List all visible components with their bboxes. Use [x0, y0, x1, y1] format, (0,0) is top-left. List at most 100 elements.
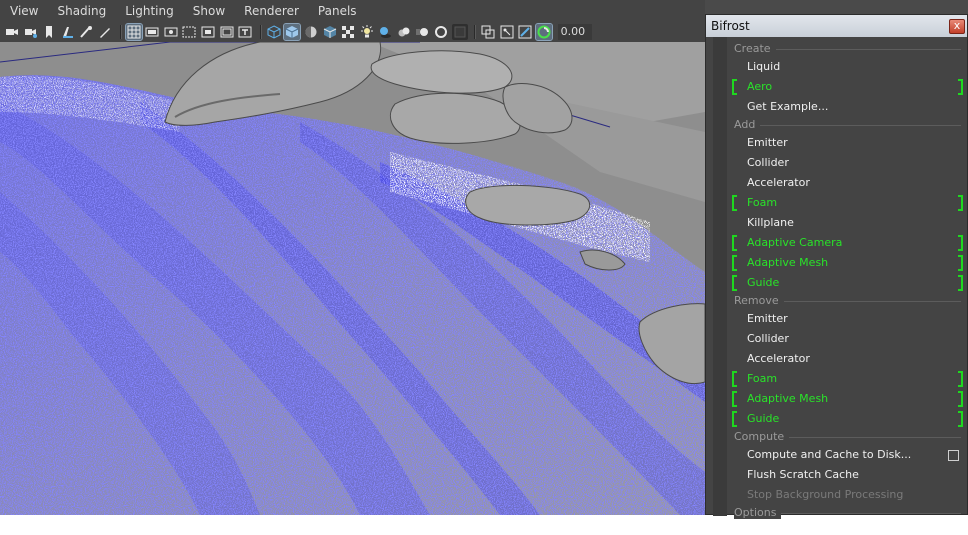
menu-lighting[interactable]: Lighting: [115, 0, 183, 22]
xray-icon[interactable]: [322, 24, 338, 40]
viewport-menubar: View Shading Lighting Show Renderer Pane…: [0, 0, 705, 22]
menu-item-compute-and-cache[interactable]: Compute and Cache to Disk...: [727, 445, 967, 465]
background-window-strip: [705, 0, 968, 14]
isolate-select-icon[interactable]: [480, 24, 496, 40]
menu-view[interactable]: View: [0, 0, 47, 22]
menu-item-add-emitter[interactable]: Emitter: [727, 133, 967, 153]
grid-icon[interactable]: [124, 23, 143, 41]
camera-icon[interactable]: [4, 24, 20, 40]
item-label: Accelerator: [747, 352, 810, 365]
exposure-field[interactable]: 0.00: [557, 24, 592, 40]
menu-item-add-killplane[interactable]: Killplane: [727, 213, 967, 233]
item-label: Collider: [747, 156, 789, 169]
menu-shading[interactable]: Shading: [47, 0, 115, 22]
item-label: Get Example...: [747, 100, 829, 113]
item-label: Liquid: [747, 60, 781, 73]
option-bracket-left: [732, 235, 737, 251]
camera-attributes-icon[interactable]: [23, 24, 39, 40]
item-label: Killplane: [747, 216, 794, 229]
menu-item-remove-emitter[interactable]: Emitter: [727, 309, 967, 329]
item-label: Foam: [747, 372, 778, 385]
default-material-icon[interactable]: [303, 24, 319, 40]
scene-render: [0, 42, 705, 515]
menu-item-remove-collider[interactable]: Collider: [727, 329, 967, 349]
xray-active-components-icon[interactable]: [517, 24, 533, 40]
option-bracket-left: [732, 255, 737, 271]
option-bracket-right: [958, 255, 963, 271]
item-label: Flush Scratch Cache: [747, 468, 859, 481]
film-gate-icon[interactable]: [144, 24, 160, 40]
depth-of-field-icon[interactable]: [451, 24, 468, 40]
menu-item-remove-accelerator[interactable]: Accelerator: [727, 349, 967, 369]
option-bracket-right: [958, 411, 963, 427]
menu-item-remove-guide[interactable]: Guide: [727, 409, 967, 429]
item-label: Guide: [747, 276, 780, 289]
item-label: Aero: [747, 80, 773, 93]
viewport-toolbar: 0.00: [0, 22, 705, 42]
menu-item-add-adaptive-camera[interactable]: Adaptive Camera: [727, 233, 967, 253]
item-label: Emitter: [747, 312, 788, 325]
item-label: Adaptive Mesh: [747, 256, 829, 269]
bifrost-titlebar[interactable]: Bifrost x: [706, 15, 967, 37]
item-label: Foam: [747, 196, 778, 209]
bifrost-menu-list: Create Liquid Aero Get Example... Add Em…: [727, 41, 967, 521]
item-label: Accelerator: [747, 176, 810, 189]
image-plane-icon[interactable]: [60, 24, 76, 40]
gate-mask-icon[interactable]: [181, 24, 197, 40]
field-chart-icon[interactable]: [200, 24, 216, 40]
item-label: Adaptive Camera: [747, 236, 843, 249]
option-bracket-left: [732, 195, 737, 211]
menu-panels[interactable]: Panels: [308, 0, 366, 22]
shadows-icon[interactable]: [377, 24, 393, 40]
section-label: Options: [734, 506, 782, 519]
ambient-occlusion-icon[interactable]: [396, 24, 412, 40]
bookmark-icon[interactable]: [41, 24, 57, 40]
safe-action-icon[interactable]: [219, 24, 235, 40]
safe-title-icon[interactable]: [237, 24, 253, 40]
viewport-2-0-icon[interactable]: [535, 23, 554, 41]
wireframe-icon[interactable]: [266, 24, 282, 40]
menu-item-add-collider[interactable]: Collider: [727, 153, 967, 173]
close-icon[interactable]: x: [949, 18, 965, 34]
option-box-icon[interactable]: [948, 450, 959, 461]
section-options: Options: [734, 505, 967, 521]
menu-item-add-guide[interactable]: Guide: [727, 273, 967, 293]
option-bracket-right: [958, 195, 963, 211]
lights-icon[interactable]: [359, 24, 375, 40]
grease-pencil-icon[interactable]: [97, 24, 113, 40]
textured-icon[interactable]: [340, 24, 356, 40]
menu-item-aero[interactable]: Aero: [727, 77, 967, 97]
section-create: Create: [734, 41, 967, 57]
menu-item-liquid[interactable]: Liquid: [727, 57, 967, 77]
item-label: Adaptive Mesh: [747, 392, 829, 405]
section-compute: Compute: [734, 429, 967, 445]
item-label: Collider: [747, 332, 789, 345]
menu-item-get-example[interactable]: Get Example...: [727, 97, 967, 117]
menu-show[interactable]: Show: [183, 0, 234, 22]
menu-item-remove-foam[interactable]: Foam: [727, 369, 967, 389]
menu-item-flush-scratch-cache[interactable]: Flush Scratch Cache: [727, 465, 967, 485]
option-bracket-left: [732, 275, 737, 291]
anti-aliasing-icon[interactable]: [433, 24, 449, 40]
viewport-panel: View Shading Lighting Show Renderer Pane…: [0, 0, 705, 515]
section-label: Create: [734, 42, 776, 55]
option-bracket-right: [958, 275, 963, 291]
menu-item-add-foam[interactable]: Foam: [727, 193, 967, 213]
resolution-gate-icon[interactable]: [163, 24, 179, 40]
menu-item-add-adaptive-mesh[interactable]: Adaptive Mesh: [727, 253, 967, 273]
tear-off-strip[interactable]: [713, 37, 727, 516]
item-label: Guide: [747, 412, 780, 425]
xray-joints-icon[interactable]: [499, 24, 515, 40]
toolbar-separator: [119, 25, 122, 39]
item-label: Emitter: [747, 136, 788, 149]
section-add: Add: [734, 117, 967, 133]
option-bracket-left: [732, 371, 737, 387]
menu-item-add-accelerator[interactable]: Accelerator: [727, 173, 967, 193]
2d-pan-zoom-icon[interactable]: [78, 24, 94, 40]
smooth-shade-icon[interactable]: [283, 23, 302, 41]
viewport-canvas[interactable]: [0, 42, 705, 515]
motion-blur-icon[interactable]: [414, 24, 430, 40]
menu-item-remove-adaptive-mesh[interactable]: Adaptive Mesh: [727, 389, 967, 409]
toolbar-separator: [474, 25, 477, 39]
menu-renderer[interactable]: Renderer: [234, 0, 308, 22]
